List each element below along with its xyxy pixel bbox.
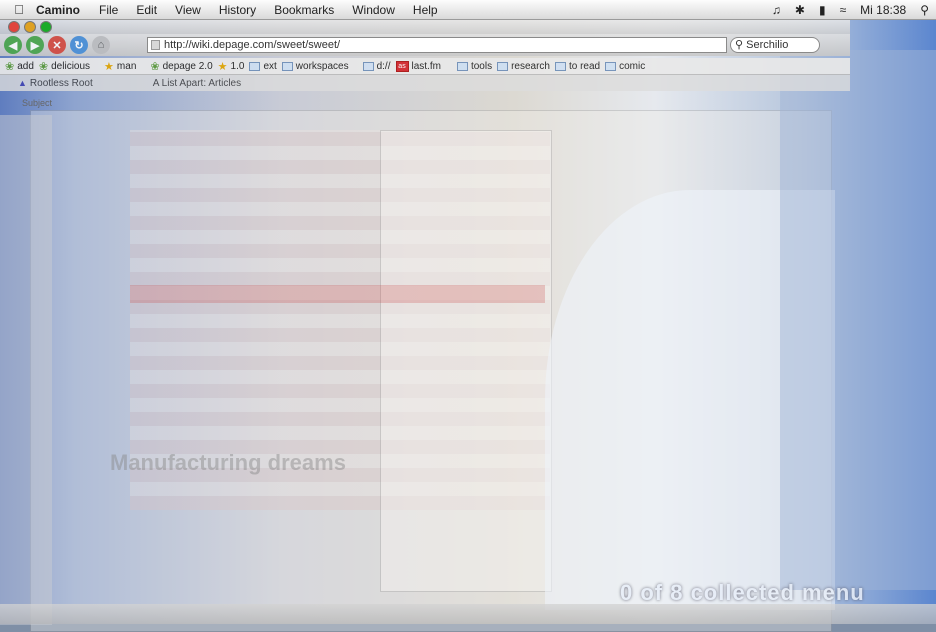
menu-file[interactable]: File xyxy=(99,3,118,17)
bookmark-folder-tools[interactable]: tools xyxy=(456,61,492,72)
menu-extras: ♫ ✱ ▮ ≈ Mi 18:38 ⚲ xyxy=(765,0,936,20)
ghost-sidebar-layer xyxy=(780,50,936,590)
url-text: http://wiki.depage.com/sweet/sweet/ xyxy=(164,39,341,51)
bookmark-depage-2[interactable]: ❀ depage 2.0 xyxy=(150,60,212,73)
close-window-button[interactable] xyxy=(8,21,20,33)
folder-icon xyxy=(497,61,509,71)
search-engine-label: Serchilio xyxy=(746,39,789,51)
desktop-background: Manufacturing dreams xyxy=(0,20,936,632)
folder-icon xyxy=(456,61,468,71)
triangle-icon: ▲ xyxy=(18,78,27,88)
folder-icon xyxy=(249,61,261,71)
folder-icon xyxy=(554,61,566,71)
lastfm-icon: as xyxy=(395,60,409,72)
leaf-icon: ❀ xyxy=(150,60,160,73)
home-button[interactable]: ⌂ xyxy=(92,36,110,54)
leaf-icon: ❀ xyxy=(5,60,15,73)
bookmark-folder-d[interactable]: d:// xyxy=(362,61,391,72)
music-note-icon[interactable]: ♫ xyxy=(772,3,781,17)
bookmark-add[interactable]: ❀ add xyxy=(5,60,34,73)
bluetooth-icon[interactable]: ✱ xyxy=(795,3,805,17)
wifi-icon[interactable]: ≈ xyxy=(840,3,847,17)
tab-rootless-root[interactable]: ▲ Rootless Root xyxy=(18,78,93,89)
folder-icon xyxy=(281,61,293,71)
ghost-column-layer xyxy=(380,130,552,592)
bookmark-man[interactable]: ★ man xyxy=(104,60,136,73)
bookmark-delicious[interactable]: ❀ delicious xyxy=(39,60,90,73)
leaf-icon: ❀ xyxy=(38,60,49,73)
page-icon xyxy=(151,40,160,50)
menu-help[interactable]: Help xyxy=(413,3,438,17)
reload-button[interactable]: ↻ xyxy=(70,36,88,54)
apple-logo-icon[interactable]:  xyxy=(6,2,32,17)
menu-view[interactable]: View xyxy=(175,3,201,17)
bookmark-depage-1[interactable]: ★ 1.0 xyxy=(218,60,245,73)
collected-counter[interactable]: 0 of 8 collected menu xyxy=(620,580,865,606)
url-field[interactable]: http://wiki.depage.com/sweet/sweet/ xyxy=(147,37,727,53)
window-controls xyxy=(8,21,52,33)
ghost-mail-list-layer xyxy=(0,115,52,625)
ghost-heading: Manufacturing dreams xyxy=(110,450,346,475)
stop-button[interactable]: ✕ xyxy=(48,36,66,54)
folder-icon xyxy=(362,61,374,71)
bookmark-folder-research[interactable]: research xyxy=(497,61,550,72)
tab-bar: ▲ Rootless Root A List Apart: Articles xyxy=(0,75,850,91)
minimize-window-button[interactable] xyxy=(24,21,36,33)
menu-window[interactable]: Window xyxy=(352,3,395,17)
menu-bar:  Camino File Edit View History Bookmark… xyxy=(0,0,936,20)
bookmark-folder-to-read[interactable]: to read xyxy=(554,61,600,72)
bookmark-folder-ext[interactable]: ext xyxy=(249,61,277,72)
menu-bookmarks[interactable]: Bookmarks xyxy=(274,3,334,17)
zoom-window-button[interactable] xyxy=(40,21,52,33)
clock-display[interactable]: Mi 18:38 xyxy=(860,3,906,17)
bookmarks-bar: ❀ add ❀ delicious ★ man ❀ depage 2.0 ★ 1.0 ex… xyxy=(0,58,850,75)
status-bar xyxy=(0,604,936,624)
menu-history[interactable]: History xyxy=(219,3,256,17)
menu-edit[interactable]: Edit xyxy=(136,3,157,17)
ghost-banner-layer xyxy=(130,285,545,303)
search-field[interactable]: ⚲ Serchilio xyxy=(730,37,820,53)
bookmark-lastfm[interactable]: as last.fm xyxy=(395,60,441,72)
folder-icon xyxy=(605,61,617,71)
app-menu[interactable]: Camino xyxy=(36,3,80,17)
bookmark-folder-comic[interactable]: comic xyxy=(605,61,645,72)
spotlight-search-icon[interactable]: ⚲ xyxy=(920,3,929,17)
bookmark-folder-workspaces[interactable]: workspaces xyxy=(281,61,349,72)
star-icon: ★ xyxy=(217,60,228,73)
back-button[interactable]: ◀ xyxy=(4,36,22,54)
search-icon: ⚲ xyxy=(735,39,744,51)
window-titlebar xyxy=(0,20,850,34)
star-icon: ★ xyxy=(104,60,114,73)
battery-icon[interactable]: ▮ xyxy=(819,3,826,17)
tab-a-list-apart[interactable]: A List Apart: Articles xyxy=(153,78,241,89)
subject-column-header: Subject xyxy=(22,98,53,108)
forward-button[interactable]: ▶ xyxy=(26,36,44,54)
